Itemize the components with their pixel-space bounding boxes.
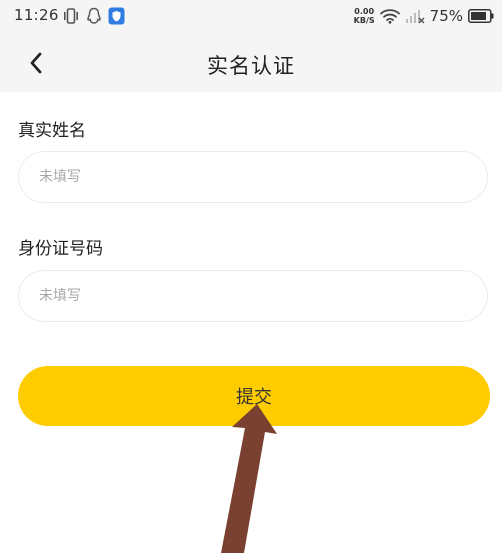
submit-button[interactable]: 提交 xyxy=(18,366,490,426)
wifi-icon xyxy=(379,9,400,24)
header: 实名认证 xyxy=(0,33,502,92)
page-title: 实名认证 xyxy=(207,54,295,78)
name-label: 真实姓名 xyxy=(18,121,86,141)
name-input[interactable] xyxy=(18,151,488,203)
vibrate-icon xyxy=(64,8,78,24)
id-number-label: 身份证号码 xyxy=(18,239,103,259)
status-bar: 11:26 0.00 KB/S 75% xyxy=(0,0,502,33)
network-speed: 0.00 KB/S xyxy=(354,7,375,25)
status-time: 11:26 xyxy=(14,6,59,24)
network-speed-value: 0.00 xyxy=(354,7,375,16)
battery-icon xyxy=(468,9,494,23)
shield-app-icon xyxy=(108,7,125,25)
signal-off-icon xyxy=(405,10,425,24)
qq-icon xyxy=(87,7,101,24)
network-speed-unit: KB/S xyxy=(353,16,375,25)
status-right-group: 0.00 KB/S 75% xyxy=(354,4,494,28)
id-number-input[interactable] xyxy=(18,270,488,322)
battery-percent: 75% xyxy=(429,7,463,25)
